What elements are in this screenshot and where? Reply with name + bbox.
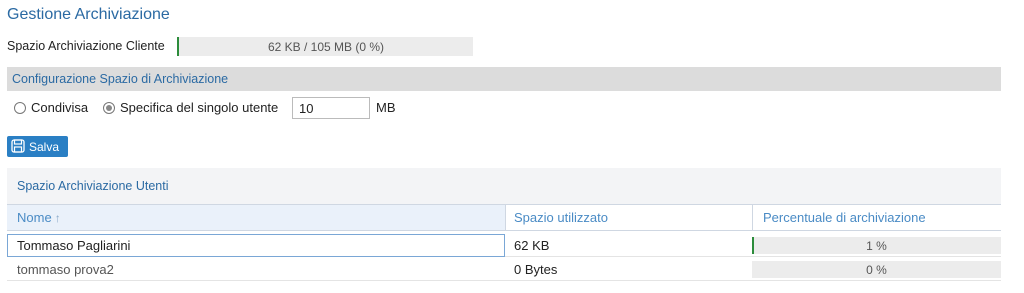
user-percent-text: 0 %	[866, 263, 887, 277]
users-storage-header: Spazio Archiviazione Utenti	[7, 168, 1001, 204]
radio-condivisa-label[interactable]: Condivisa	[31, 100, 88, 115]
quota-unit-label: MB	[376, 100, 396, 115]
column-header-nome[interactable]: Nome ↑	[17, 210, 61, 225]
table-row[interactable]: Tommaso Pagliarini 62 KB 1 %	[7, 234, 1001, 257]
user-percent-text: 1 %	[866, 239, 887, 253]
radio-condivisa[interactable]	[14, 102, 26, 114]
sort-ascending-icon: ↑	[54, 211, 61, 225]
user-name: Tommaso Pagliarini	[17, 238, 131, 253]
column-divider	[505, 205, 506, 230]
users-table-header: Nome ↑ Spazio utilizzato Percentuale di a…	[7, 204, 1001, 231]
users-storage-title: Spazio Archiviazione Utenti	[17, 179, 169, 193]
storage-config-header: Configurazione Spazio di Archiviazione	[7, 67, 1001, 91]
user-percent-bar: 0 %	[752, 261, 1001, 278]
client-quota-text: 62 KB / 105 MB (0 %)	[267, 40, 385, 54]
column-divider	[752, 205, 753, 230]
column-header-percentuale[interactable]: Percentuale di archiviazione	[763, 210, 926, 225]
save-icon	[11, 139, 25, 153]
user-name: tommaso prova2	[17, 262, 114, 277]
save-button[interactable]: Salva	[7, 136, 68, 157]
page-title: Gestione Archiviazione	[7, 6, 170, 23]
radio-specifica-utente[interactable]	[103, 102, 115, 114]
save-button-label: Salva	[29, 140, 60, 154]
user-percent-bar: 1 %	[752, 237, 1001, 254]
column-header-spazio-utilizzato[interactable]: Spazio utilizzato	[514, 210, 608, 225]
radio-specifica-utente-label[interactable]: Specifica del singolo utente	[120, 100, 278, 115]
client-quota-bar: 62 KB / 105 MB (0 %)	[177, 37, 473, 56]
storage-config-title: Configurazione Spazio di Archiviazione	[12, 72, 229, 86]
column-header-nome-bg	[7, 205, 505, 230]
column-header-nome-label: Nome	[17, 210, 52, 225]
per-user-quota-input[interactable]	[292, 97, 370, 119]
user-space-used: 62 KB	[514, 238, 550, 253]
client-quota-label: Spazio Archiviazione Cliente	[7, 39, 165, 53]
table-row[interactable]: tommaso prova2 0 Bytes 0 %	[7, 258, 1001, 281]
storage-mode-radio-group: Condivisa Specifica del singolo utente M…	[14, 97, 434, 119]
user-space-used: 0 Bytes	[514, 262, 558, 277]
